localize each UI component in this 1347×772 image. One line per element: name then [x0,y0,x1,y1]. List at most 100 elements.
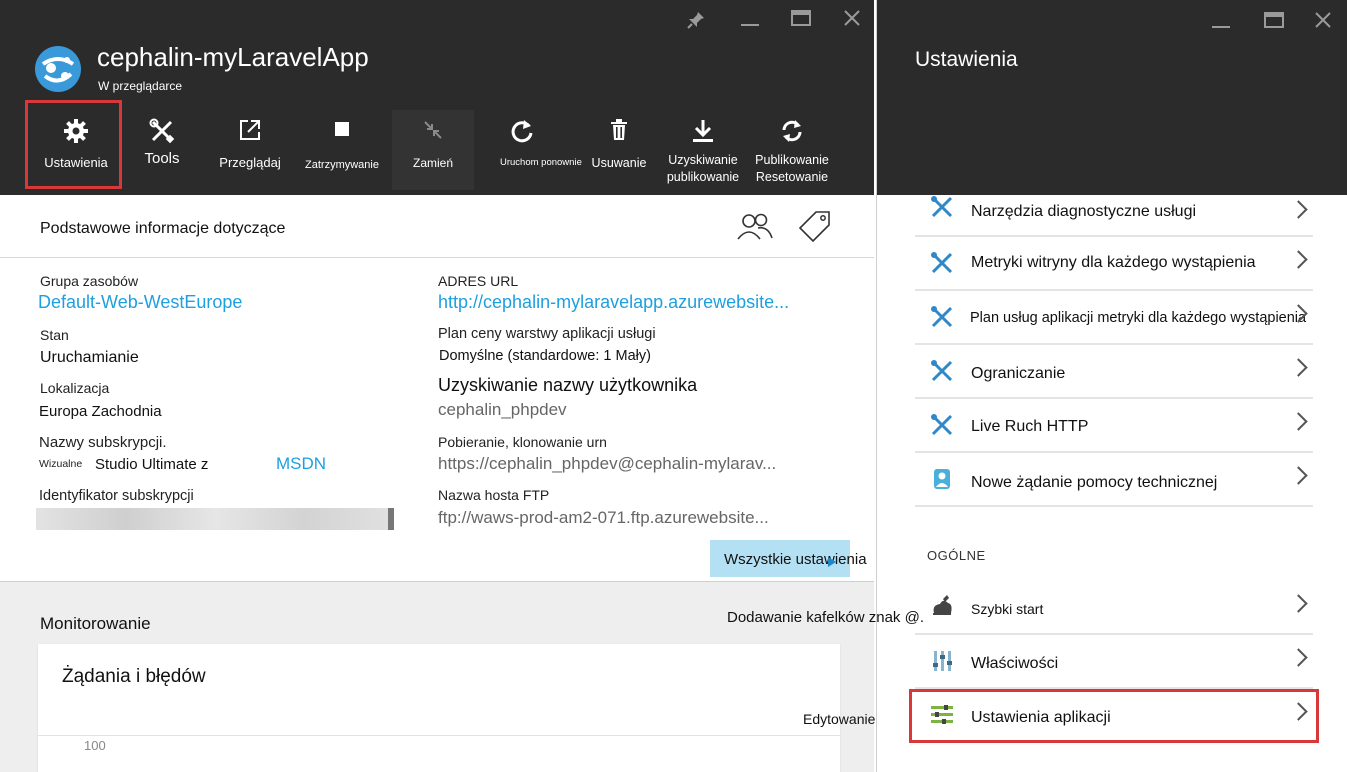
tools-icon [929,305,955,331]
chevron-right-icon [1289,200,1308,219]
settings-item-plan-metrics[interactable]: Plan usług aplikacji metryki dla każdego… [915,291,1313,345]
git-url-value: https://cephalin_phpdev@cephalin-mylarav… [438,454,777,473]
chevron-right-icon [1289,358,1308,377]
settings-item-label: Nowe żądanie pomocy technicznej [971,474,1218,491]
location-label: Lokalizacja [40,380,110,396]
settings-item-label: Ograniczanie [971,365,1066,382]
browse-label: Przeglądaj [219,155,281,170]
tools-icon [929,413,955,439]
restart-label: Uruchom ponownie [500,157,582,168]
plan-label: Plan ceny warstwy aplikacji usługi [438,326,656,342]
properties-icon [929,649,955,675]
status-value: Uruchamianie [40,349,139,366]
settings-item-live-http[interactable]: Live Ruch HTTP [915,399,1313,453]
settings-item-throttling[interactable]: Ograniczanie [915,345,1313,399]
deploy-user-value: cephalin_phpdev [438,400,567,419]
settings-item-label: Właściwości [971,655,1059,672]
url-link[interactable]: http://cephalin-mylaravelapp.azurewebsit… [438,292,789,313]
resource-blade: cephalin-myLaravelApp W przeglądarce Ust… [0,0,874,772]
download-icon [664,118,742,146]
chevron-right-icon [1289,466,1308,485]
stop-button[interactable]: Zatrzymywanie [305,110,379,190]
tools-icon [929,359,955,385]
settings-item-site-metrics[interactable]: Metryki witryny dla każdego wystąpienia [915,237,1313,291]
blade-header: cephalin-myLaravelApp W przeglądarce Ust… [0,0,874,195]
settings-item-quickstart[interactable]: Szybki start [915,581,1313,635]
close-icon[interactable] [842,8,862,32]
tools-icon [130,118,194,146]
deploy-user-label: Uzyskiwanie nazwy użytkownika [438,375,698,395]
chevron-right-icon [1289,648,1308,667]
delete-icon [588,118,650,146]
settings-item-label: Live Ruch HTTP [971,418,1089,435]
minimize-icon[interactable] [740,8,760,32]
add-tiles-caption[interactable]: Dodawanie kafelków znak @. [727,609,924,626]
stop-label: Zatrzymywanie [305,159,379,171]
general-section-heading: OGÓLNE [927,548,986,563]
browse-button[interactable]: Przeglądaj [218,110,282,190]
settings-blade-header: Ustawienia [877,0,1347,195]
all-settings-label[interactable]: Wszystkie ustawienia [724,551,867,568]
settings-item-label: Szybki start [971,601,1044,617]
resource-group-link[interactable]: Default-Web-WestEurope [38,292,242,313]
web-app-logo [35,46,81,92]
plan-value[interactable]: Domyślne (standardowe: 1 Mały) [439,348,651,364]
minimize-icon[interactable] [1211,10,1231,34]
settings-blade-title: Ustawienia [915,48,1018,71]
tools-button[interactable]: Tools [130,110,194,190]
tools-label: Tools [144,150,180,167]
chevron-right-icon [1289,412,1308,431]
reset-icon [752,118,832,146]
quickstart-icon [929,595,955,621]
users-icon[interactable] [736,211,774,248]
subscription-id-redacted [36,508,394,530]
reset-publish-profile-button[interactable]: Publikowanie Resetowanie [752,110,832,190]
app-title: cephalin-myLaravelApp [97,42,369,72]
settings-item-diagnostics[interactable]: Narzędzia diagnostyczne usługi [915,183,1313,237]
tag-icon[interactable] [798,209,832,248]
subscription-id-label: Identyfikator subskrypcji [39,488,194,504]
subscription-prefix: Wizualne [39,458,83,470]
maximize-icon[interactable] [1263,10,1285,34]
chart-title: Żądania i błędów [62,666,206,687]
maximize-icon[interactable] [790,8,812,32]
status-label: Stan [40,327,69,343]
subscription-msdn-link[interactable]: MSDN [276,454,326,474]
section-divider [0,257,874,258]
chart-y-tick: 100 [84,738,106,753]
essentials-title: Podstawowe informacje dotyczące [40,220,286,237]
swap-icon [392,118,474,146]
ftp-host-value: ftp://waws-prod-am2-071.ftp.azurewebsite… [438,508,769,527]
restart-icon [500,118,544,146]
swap-button[interactable]: Zamień [392,110,474,190]
settings-item-support-request[interactable]: Nowe żądanie pomocy technicznej [915,453,1313,507]
swap-label: Zamień [412,156,453,170]
settings-item-label: Metryki witryny dla każdego wystąpienia [971,254,1256,271]
settings-item-properties[interactable]: Właściwości [915,635,1313,689]
app-subtitle: W przeglądarce [98,79,183,93]
url-label: ADRES URL [438,273,519,289]
support-icon [929,467,955,493]
ftp-host-label: Nazwa hosta FTP [438,487,550,503]
pin-icon[interactable] [686,10,706,34]
close-icon[interactable] [1313,10,1333,34]
resource-group-label: Grupa zasobów [40,273,139,289]
delete-label: Usuwanie [591,156,647,170]
tools-icon [929,195,955,221]
stop-icon [310,118,374,146]
settings-item-label: Plan usług aplikacji metryki dla każdego… [970,310,1307,326]
edit-caption[interactable]: Edytowanie [803,711,875,727]
arrow-right-icon [826,555,838,573]
settings-item-label: Narzędzia diagnostyczne usługi [971,203,1197,220]
reset-publish-profile-label: Publikowanie Resetowanie [755,153,829,184]
settings-highlight-box [25,100,122,189]
app-settings-highlight-box [909,689,1319,743]
subscription-name-label: Nazwy subskrypcji. [39,434,167,451]
monitoring-title: Monitorowanie [40,614,151,633]
delete-button[interactable]: Usuwanie [588,110,650,190]
restart-button[interactable]: Uruchom ponownie [500,110,582,190]
get-publish-profile-button[interactable]: Uzyskiwanie publikowanie [664,110,742,190]
requests-errors-chart-tile[interactable]: Żądania i błędów 100 [38,644,840,772]
settings-blade: Ustawienia Narzędzia diagnostyczne usług… [876,0,1347,772]
location-value: Europa Zachodnia [39,403,162,420]
